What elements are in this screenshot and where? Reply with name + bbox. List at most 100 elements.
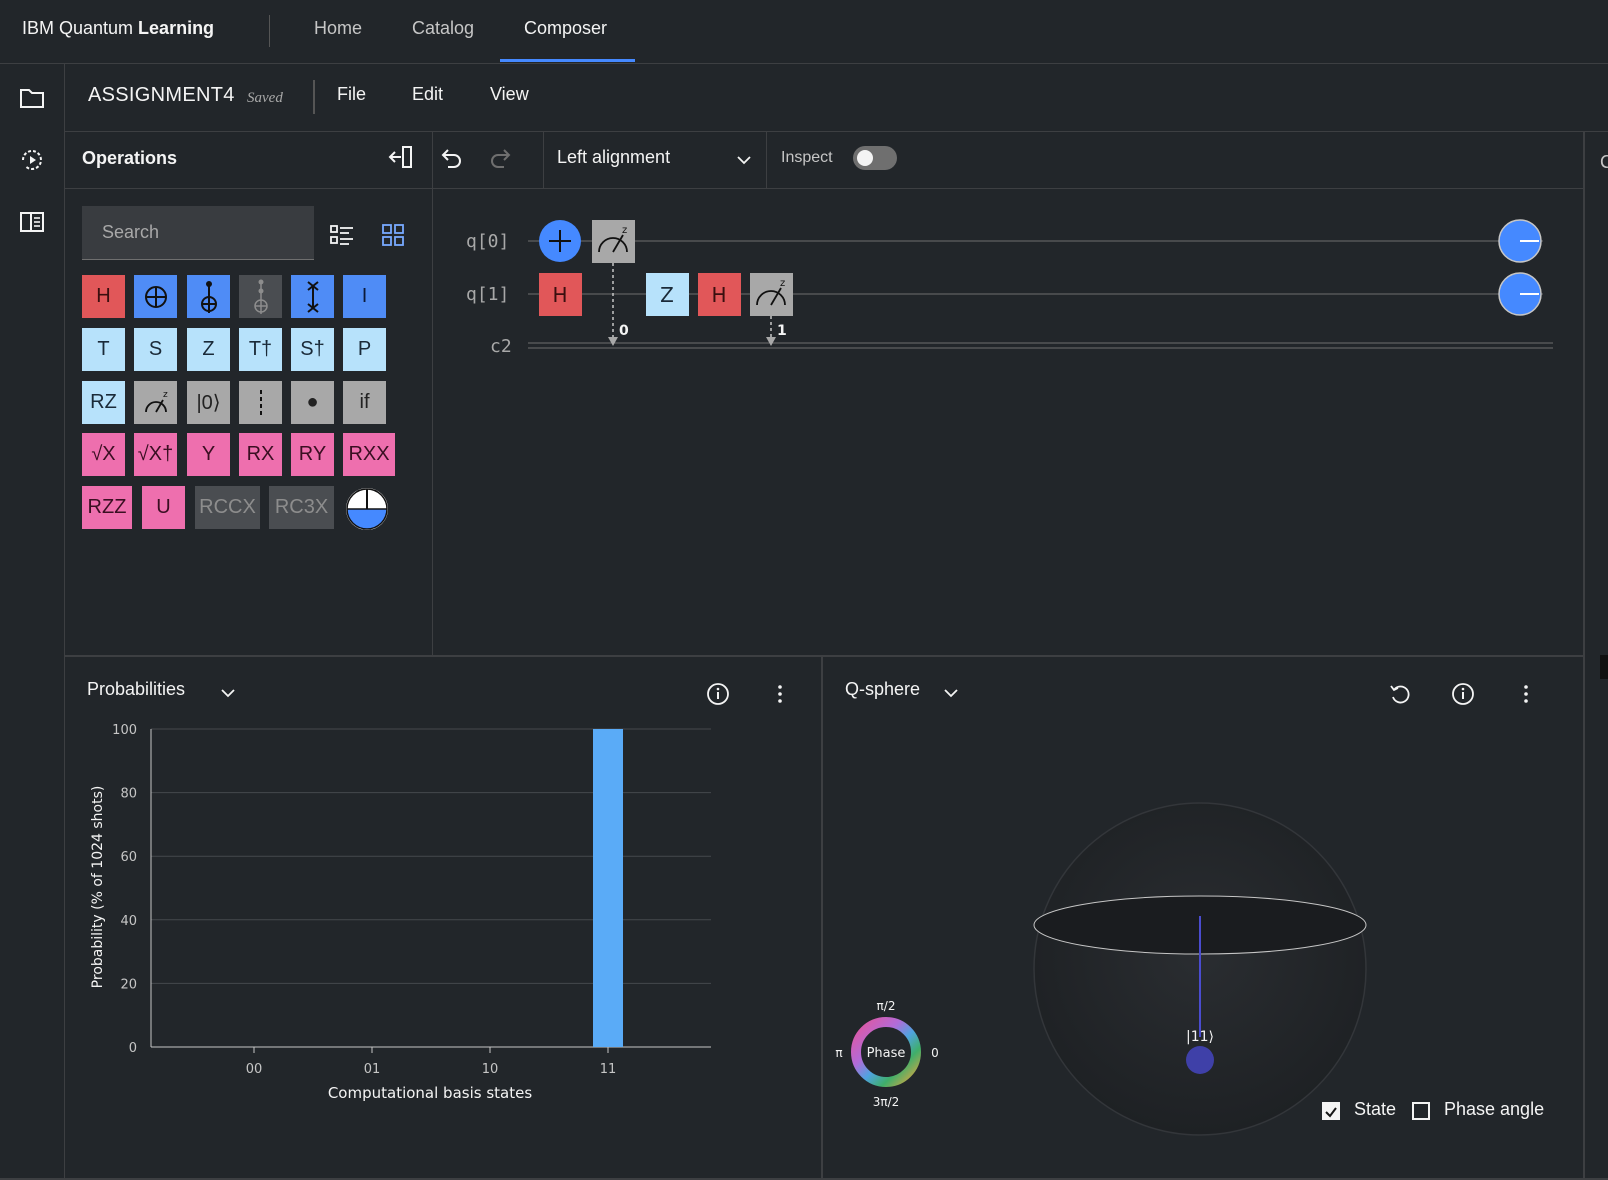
gate-sx[interactable]: √X bbox=[82, 433, 125, 476]
gate-rzz[interactable]: RZZ bbox=[82, 486, 132, 529]
chart-grid bbox=[150, 728, 711, 1048]
chart-x-tick-label: 10 bbox=[482, 1062, 499, 1077]
gate-cnot[interactable] bbox=[134, 275, 177, 318]
qsphere-title[interactable]: Q-sphere bbox=[845, 679, 920, 700]
side-panel-icon[interactable] bbox=[18, 208, 46, 236]
inspect-toggle[interactable] bbox=[853, 146, 897, 170]
gate-if[interactable]: if bbox=[343, 381, 386, 424]
qsphere-visual[interactable]: |11⟩ Phase π/2 π 0 3π/2 bbox=[823, 717, 1583, 1157]
gate-sxdg[interactable]: √X† bbox=[134, 433, 177, 476]
gate-control[interactable]: ● bbox=[291, 381, 334, 424]
brand-bold: Learning bbox=[138, 18, 215, 38]
gate-z[interactable]: Z bbox=[187, 328, 230, 371]
menu-view[interactable]: View bbox=[490, 84, 529, 105]
gate-phase[interactable]: P bbox=[343, 328, 386, 371]
gate-toffoli-disabled[interactable] bbox=[239, 275, 282, 318]
circuit-gate-h-1[interactable]: H bbox=[539, 273, 582, 316]
chart-y-tick-labels: 0 20 40 60 80 100 bbox=[112, 723, 137, 1056]
operations-header-divider bbox=[65, 188, 432, 189]
gate-reset[interactable]: |0⟩ bbox=[187, 381, 230, 424]
gate-toffoli[interactable] bbox=[187, 275, 230, 318]
gate-rccx[interactable]: RCCX bbox=[195, 486, 260, 529]
gate-rc3x[interactable]: RC3X bbox=[269, 486, 334, 529]
alignment-dropdown[interactable]: Left alignment bbox=[543, 132, 767, 188]
chart-y-tick-label: 100 bbox=[112, 723, 137, 738]
gate-swap[interactable] bbox=[291, 275, 334, 318]
reset-view-icon[interactable] bbox=[1388, 682, 1412, 706]
nav-home[interactable]: Home bbox=[314, 18, 362, 39]
toffoli-icon bbox=[200, 280, 217, 313]
gate-ry[interactable]: RY bbox=[291, 433, 334, 476]
phase-top-label: π/2 bbox=[877, 999, 896, 1013]
chart-bar-11[interactable] bbox=[593, 729, 623, 1047]
gate-search-input[interactable] bbox=[82, 206, 314, 260]
chevron-down-icon[interactable] bbox=[943, 685, 959, 701]
file-bar: ASSIGNMENT4 Saved File Edit View bbox=[65, 64, 1608, 132]
overflow-menu-icon[interactable] bbox=[768, 682, 792, 706]
qubit-label-0[interactable]: q[0] bbox=[466, 231, 509, 252]
chart-bars bbox=[593, 729, 623, 1047]
gate-s[interactable]: S bbox=[134, 328, 177, 371]
gate-tdg[interactable]: T† bbox=[239, 328, 282, 371]
gate-rz[interactable]: RZ bbox=[82, 381, 125, 424]
svg-text:H: H bbox=[711, 283, 726, 307]
nav-catalog[interactable]: Catalog bbox=[412, 18, 474, 39]
circuit-gate-h-2[interactable]: H bbox=[698, 273, 741, 316]
file-divider bbox=[313, 80, 315, 114]
list-view-icon[interactable] bbox=[329, 222, 355, 248]
state-checkbox-label[interactable]: State bbox=[1354, 1099, 1396, 1120]
svg-text:H: H bbox=[552, 283, 567, 307]
state-dot[interactable] bbox=[1186, 1046, 1214, 1074]
qubit-1-probability-indicator[interactable] bbox=[1498, 272, 1542, 316]
probabilities-title[interactable]: Probabilities bbox=[87, 679, 185, 700]
redo-icon[interactable] bbox=[489, 146, 515, 172]
custom-gate-icon[interactable] bbox=[345, 487, 389, 531]
undo-icon[interactable] bbox=[437, 146, 463, 172]
phase-angle-checkbox[interactable] bbox=[1412, 1102, 1430, 1120]
circuit-canvas[interactable]: q[0] q[1] c2 z 0 H Z H z 1 bbox=[433, 189, 1583, 655]
phase-bottom-label: 3π/2 bbox=[873, 1095, 900, 1109]
svg-text:z: z bbox=[163, 390, 168, 400]
circuit-gate-measure-q1[interactable]: z bbox=[750, 273, 793, 316]
circuit-name[interactable]: ASSIGNMENT4 bbox=[88, 84, 235, 107]
chart-y-tick-label: 80 bbox=[120, 787, 137, 802]
brand-logo[interactable]: IBM Quantum Learning bbox=[22, 18, 214, 39]
info-icon[interactable] bbox=[1451, 682, 1475, 706]
right-panel-label: C bbox=[1600, 152, 1608, 172]
save-status: Saved bbox=[247, 90, 283, 106]
circuit-gate-measure-q0[interactable]: z bbox=[592, 220, 635, 263]
chart-x-tick-label: 00 bbox=[246, 1062, 263, 1077]
gate-u[interactable]: U bbox=[142, 486, 185, 529]
menu-file[interactable]: File bbox=[337, 84, 366, 105]
gate-identity[interactable]: I bbox=[343, 275, 386, 318]
svg-text:Z: Z bbox=[660, 283, 674, 307]
qubit-0-probability-indicator[interactable] bbox=[1498, 219, 1542, 263]
run-history-icon[interactable] bbox=[18, 146, 46, 174]
chevron-down-icon bbox=[737, 156, 751, 165]
gate-y[interactable]: Y bbox=[187, 433, 230, 476]
phase-center-label: Phase bbox=[867, 1046, 906, 1061]
gate-t[interactable]: T bbox=[82, 328, 125, 371]
menu-edit[interactable]: Edit bbox=[412, 84, 443, 105]
gate-h[interactable]: H bbox=[82, 275, 125, 318]
right-panel-scroll[interactable] bbox=[1600, 655, 1608, 679]
circuit-gate-z[interactable]: Z bbox=[646, 273, 689, 316]
gate-measure[interactable]: z bbox=[134, 381, 177, 424]
phase-angle-checkbox-label[interactable]: Phase angle bbox=[1444, 1099, 1544, 1120]
nav-composer[interactable]: Composer bbox=[524, 18, 607, 39]
chevron-down-icon[interactable] bbox=[220, 685, 236, 701]
gate-barrier[interactable] bbox=[239, 381, 282, 424]
collapse-panel-icon[interactable] bbox=[388, 144, 414, 170]
chart-x-tick-label: 11 bbox=[600, 1062, 617, 1077]
info-icon[interactable] bbox=[706, 682, 730, 706]
grid-view-icon[interactable] bbox=[380, 222, 406, 248]
gate-rx[interactable]: RX bbox=[239, 433, 282, 476]
gate-sdg[interactable]: S† bbox=[291, 328, 334, 371]
gate-rxx[interactable]: RXX bbox=[343, 433, 395, 476]
toffoli-dim-icon bbox=[253, 279, 268, 314]
state-checkbox[interactable] bbox=[1322, 1102, 1340, 1120]
overflow-menu-icon[interactable] bbox=[1514, 682, 1538, 706]
qubit-label-1[interactable]: q[1] bbox=[466, 284, 509, 305]
folder-icon[interactable] bbox=[18, 84, 46, 112]
circuit-gate-cnot-target[interactable] bbox=[539, 220, 581, 262]
